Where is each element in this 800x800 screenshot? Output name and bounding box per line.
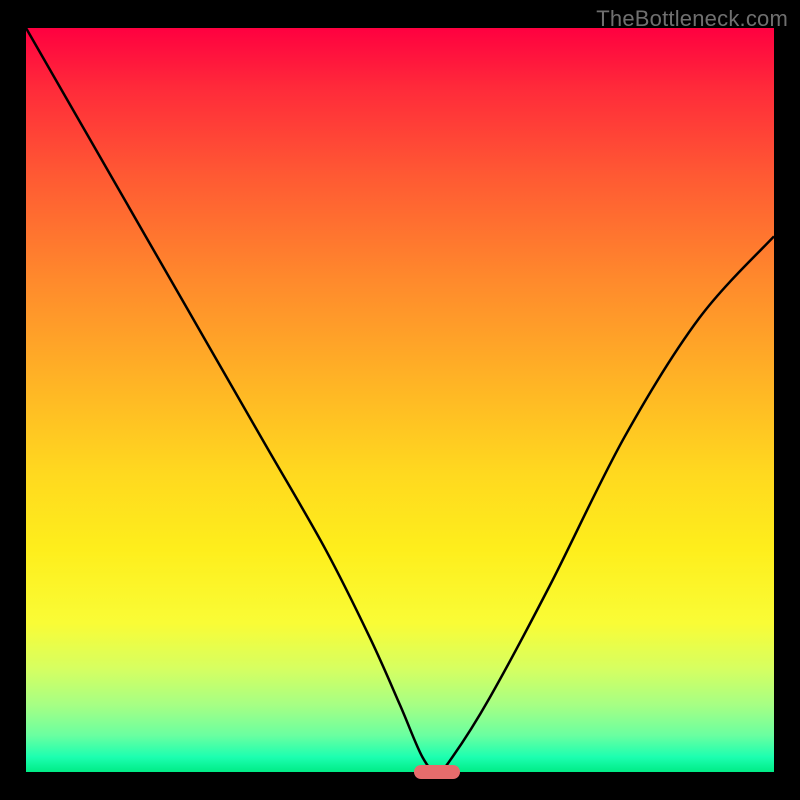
optimal-point-marker [414,765,460,779]
bottleneck-curve [26,28,774,772]
attribution-text: TheBottleneck.com [596,6,788,32]
chart-frame: TheBottleneck.com [0,0,800,800]
plot-area [26,28,774,772]
